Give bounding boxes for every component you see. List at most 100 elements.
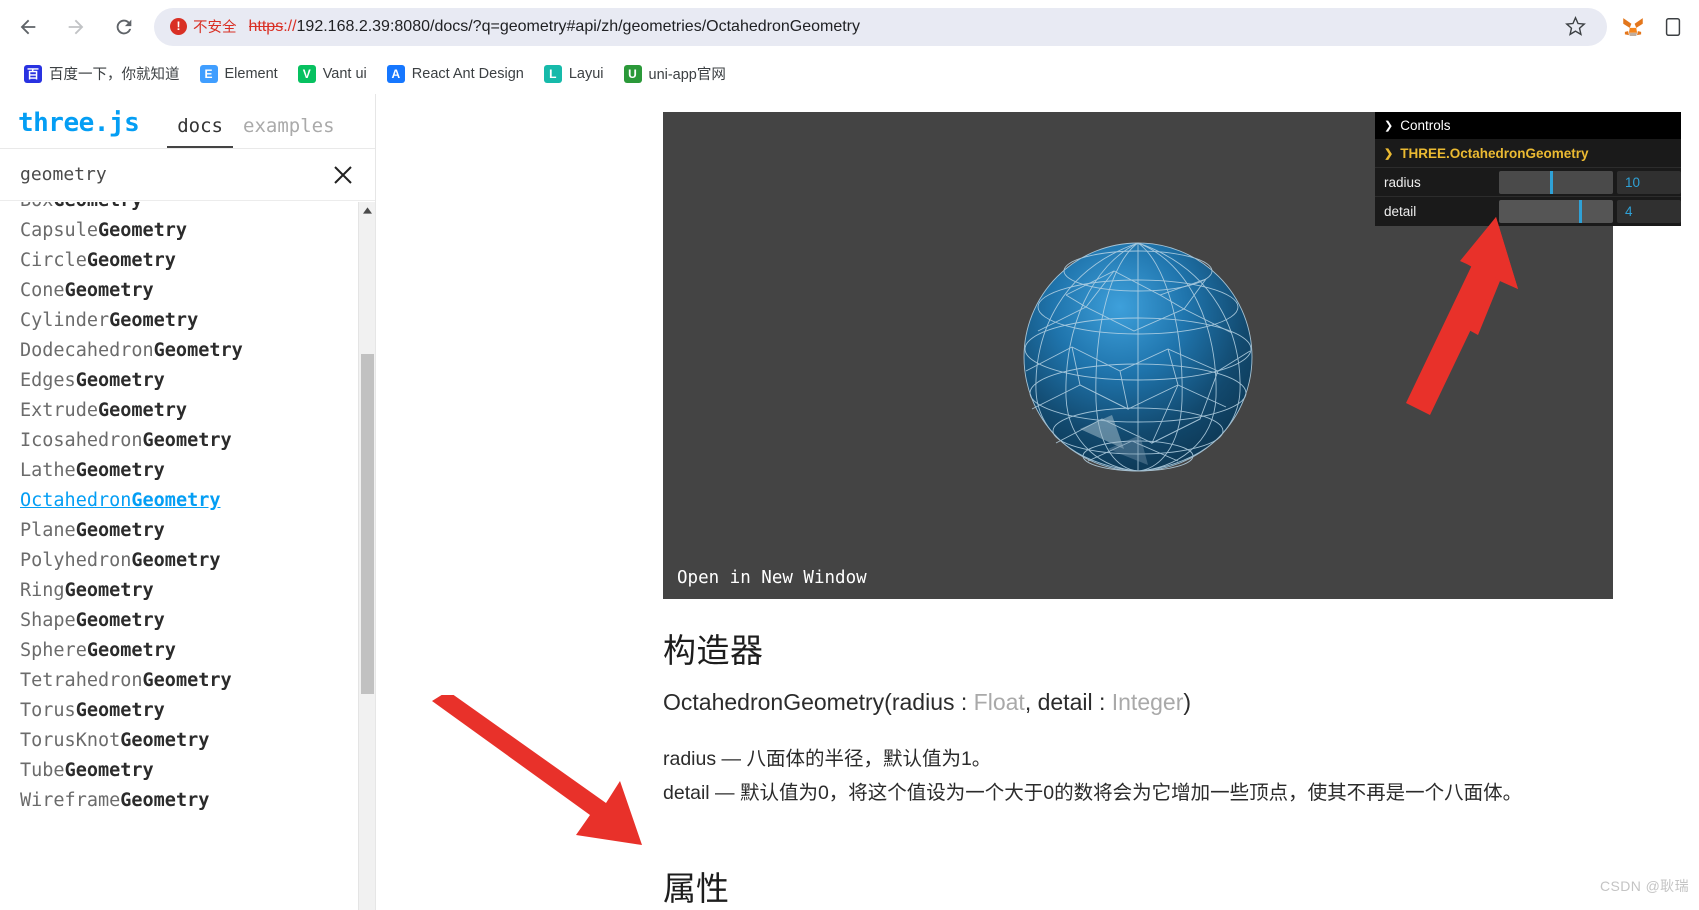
docs-content: Open in New Window ❯ Controls ❯ THREE.Oc… — [376, 94, 1699, 910]
extension-metamask-button[interactable] — [1615, 9, 1651, 45]
bookmark-label: Layui — [568, 65, 604, 82]
chevron-down-icon: ❯ — [1384, 147, 1394, 160]
radius-slider[interactable] — [1499, 170, 1613, 194]
threejs-brand-link[interactable]: three.js — [18, 108, 140, 148]
search-input[interactable] — [18, 163, 329, 186]
page-body: three.js docs examples BoxGeometryCapsul… — [0, 94, 1699, 910]
sidebar-item-capsulegeometry[interactable]: CapsuleGeometry — [20, 216, 358, 246]
scroll-up-arrow-icon[interactable] — [359, 202, 375, 219]
gui-title-label: Controls — [1400, 118, 1451, 133]
sidebar-item-suffix: Geometry — [109, 310, 199, 331]
param-type-integer[interactable]: Integer — [1112, 689, 1184, 715]
constructor-heading: 构造器 — [663, 632, 764, 669]
sidebar-item-prefix: Polyhedron — [20, 550, 132, 571]
sidebar-item-wireframegeometry[interactable]: WireframeGeometry — [20, 786, 358, 816]
chevron-up-icon — [362, 207, 372, 214]
bookmark-item[interactable]: L Layui — [534, 61, 614, 87]
sidebar-item-suffix: Geometry — [131, 490, 221, 511]
param-description-detail: detail — 默认值为0，将这个值设为一个大于0的数将会为它增加一些顶点，使… — [663, 781, 1523, 804]
geometry-list-scroll-area[interactable]: BoxGeometryCapsuleGeometryCircleGeometry… — [0, 202, 375, 910]
browser-chrome: ! 不安全 https://192.168.2.39:8080/docs/?q=… — [0, 0, 1699, 94]
gui-folder-header[interactable]: ❯ THREE.OctahedronGeometry — [1375, 139, 1681, 168]
clear-search-button[interactable] — [329, 161, 357, 189]
detail-slider-handle[interactable] — [1578, 200, 1582, 223]
sidebar-item-prefix: Tube — [20, 760, 65, 781]
constructor-signature: OctahedronGeometry(radius : Float, detai… — [663, 688, 1659, 718]
sidebar-item-prefix: Extrude — [20, 400, 98, 421]
sidebar-item-extrudegeometry[interactable]: ExtrudeGeometry — [20, 396, 358, 426]
sidebar-item-torusgeometry[interactable]: TorusGeometry — [20, 696, 358, 726]
reload-icon — [116, 19, 132, 34]
sidebar-item-suffix: Geometry — [75, 700, 165, 721]
sidebar-item-prefix: Dodecahedron — [20, 340, 154, 361]
baidu-icon: 百 — [24, 64, 42, 83]
sidebar-item-prefix: Wireframe — [20, 790, 121, 811]
param-type-float[interactable]: Float — [974, 689, 1025, 715]
sidebar-item-tubegeometry[interactable]: TubeGeometry — [20, 756, 358, 786]
sidebar-item-icosahedrongeometry[interactable]: IcosahedronGeometry — [20, 426, 358, 456]
geometry-list: BoxGeometryCapsuleGeometryCircleGeometry… — [0, 202, 358, 816]
sidebar-item-suffix: Geometry — [64, 580, 154, 601]
gui-title-bar[interactable]: ❯ Controls — [1375, 112, 1681, 139]
sidebar-item-suffix: Geometry — [75, 370, 165, 391]
sidebar-item-suffix: Geometry — [120, 790, 210, 811]
detail-slider[interactable] — [1499, 200, 1613, 223]
tab-docs[interactable]: docs — [167, 115, 233, 148]
sidebar-item-prefix: Cone — [20, 280, 65, 301]
vant-icon: V — [297, 64, 316, 83]
sidebar-item-suffix: Geometry — [97, 400, 188, 421]
site-security-chip[interactable]: ! 不安全 — [170, 16, 237, 37]
tab-examples[interactable]: examples — [233, 115, 345, 148]
sidebar-item-torusknotgeometry[interactable]: TorusKnotGeometry — [20, 726, 358, 756]
sidebar-item-prefix: Box — [20, 202, 53, 211]
sidebar-item-circlegeometry[interactable]: CircleGeometry — [20, 246, 358, 276]
bookmark-label: Element — [224, 65, 278, 82]
bookmark-star-button[interactable] — [1557, 9, 1593, 45]
sidebar-item-planegeometry[interactable]: PlaneGeometry — [20, 516, 358, 546]
address-bar[interactable]: ! 不安全 https://192.168.2.39:8080/docs/?q=… — [154, 7, 1607, 46]
back-button[interactable] — [8, 7, 48, 47]
sidebar-item-prefix: Capsule — [20, 220, 98, 241]
bookmark-label: React Ant Design — [411, 65, 524, 82]
sidebar-item-dodecahedrongeometry[interactable]: DodecahedronGeometry — [20, 336, 358, 366]
sidebar-item-shapegeometry[interactable]: ShapeGeometry — [20, 606, 358, 636]
bookmark-item[interactable]: A React Ant Design — [377, 61, 534, 87]
sidebar-item-tetrahedrongeometry[interactable]: TetrahedronGeometry — [20, 666, 358, 696]
sidebar-item-polyhedrongeometry[interactable]: PolyhedronGeometry — [20, 546, 358, 576]
sidebar-item-prefix: Shape — [20, 610, 76, 631]
url-text: https://192.168.2.39:8080/docs/?q=geomet… — [249, 18, 1558, 36]
scrollbar-thumb[interactable] — [361, 354, 374, 694]
sidebar-item-cylindergeometry[interactable]: CylinderGeometry — [20, 306, 358, 336]
url-separator: :// — [283, 17, 297, 35]
bookmark-item[interactable]: 百 百度一下，你就知道 — [14, 59, 190, 88]
sidebar-item-boxgeometry[interactable]: BoxGeometry — [20, 202, 358, 216]
profile-button[interactable] — [1655, 9, 1691, 45]
open-in-new-window-link[interactable]: Open in New Window — [663, 557, 1613, 599]
bookmark-label: Vant ui — [322, 65, 367, 82]
bookmark-item[interactable]: U uni-app官网 — [614, 59, 736, 88]
sidebar-item-spheregeometry[interactable]: SphereGeometry — [20, 636, 358, 666]
detail-value-field[interactable]: 4 — [1617, 200, 1681, 223]
back-arrow-icon — [20, 19, 36, 34]
gui-folder-label: THREE.OctahedronGeometry — [1400, 145, 1589, 161]
sidebar-item-suffix: Geometry — [75, 610, 165, 631]
gui-control-label: detail — [1384, 204, 1417, 219]
radius-slider-handle[interactable] — [1550, 170, 1554, 194]
sidebar-item-suffix: Geometry — [97, 220, 188, 241]
sidebar-item-octahedrongeometry[interactable]: OctahedronGeometry — [20, 486, 358, 516]
sidebar-item-suffix: Geometry — [142, 430, 232, 451]
radius-value-field[interactable]: 10 — [1617, 170, 1681, 194]
sidebar-item-ringgeometry[interactable]: RingGeometry — [20, 576, 358, 606]
sidebar-item-lathegeometry[interactable]: LatheGeometry — [20, 456, 358, 486]
sidebar-item-conegeometry[interactable]: ConeGeometry — [20, 276, 358, 306]
browser-toolbar: ! 不安全 https://192.168.2.39:8080/docs/?q=… — [0, 0, 1699, 53]
signature-close-paren: ) — [1183, 689, 1192, 715]
forward-button[interactable] — [56, 7, 96, 47]
param-sep: : — [954, 689, 974, 715]
sidebar-scrollbar[interactable] — [358, 202, 375, 910]
sidebar-item-edgesgeometry[interactable]: EdgesGeometry — [20, 366, 358, 396]
param-description-radius: radius — 八面体的半径，默认值为1。 — [663, 747, 992, 770]
bookmark-item[interactable]: V Vant ui — [288, 61, 377, 87]
reload-button[interactable] — [104, 7, 144, 47]
bookmark-item[interactable]: E Element — [190, 61, 288, 87]
